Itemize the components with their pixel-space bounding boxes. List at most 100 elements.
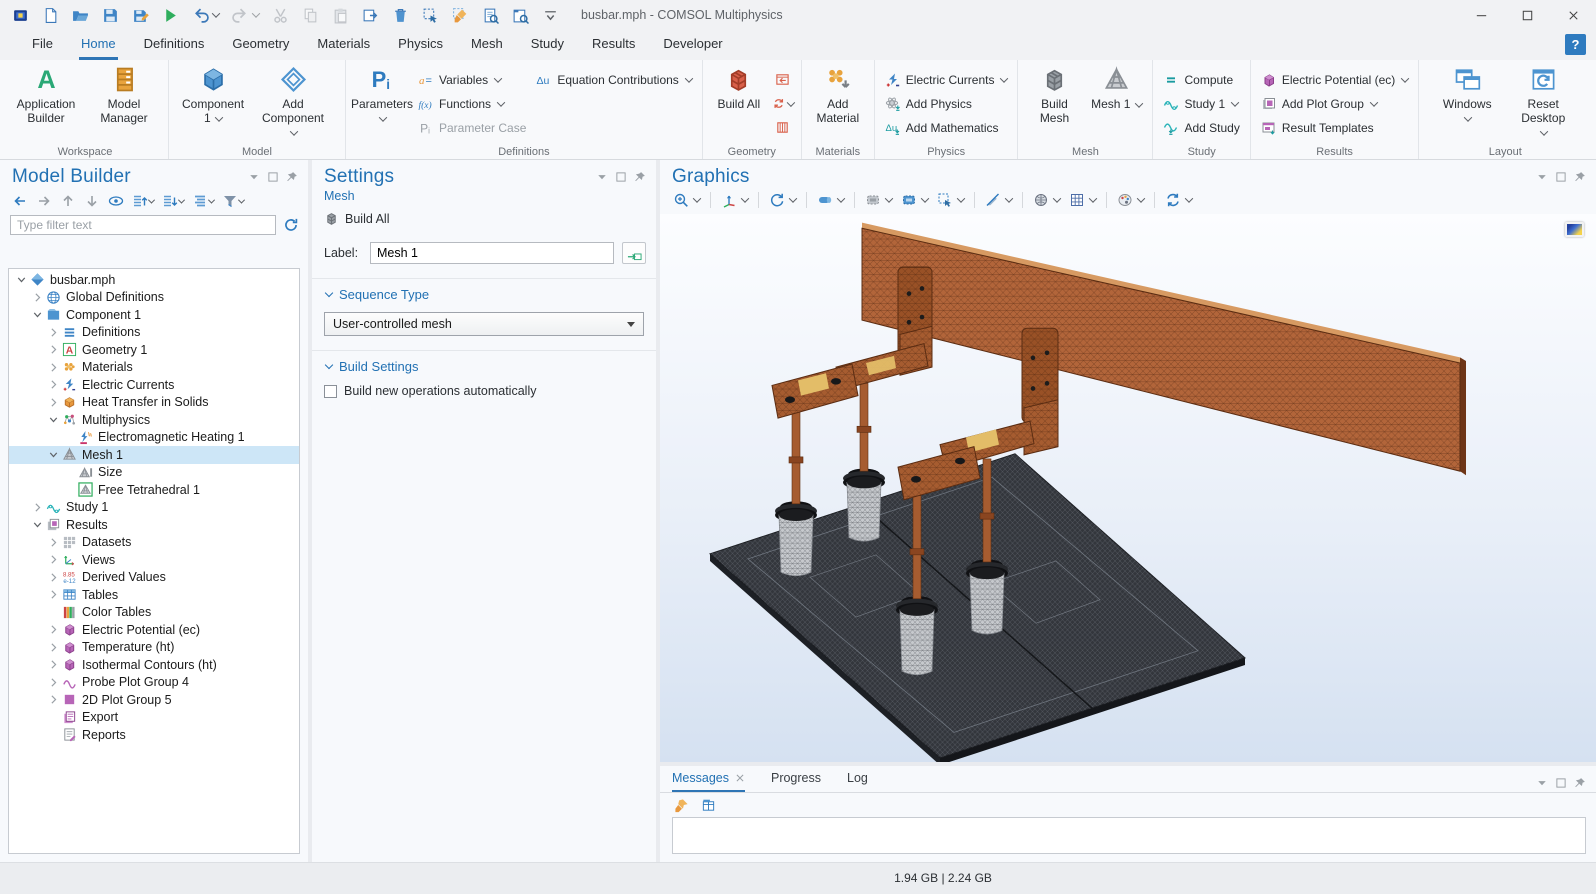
expander-closed-icon[interactable] xyxy=(47,553,60,566)
g-rotate-button[interactable] xyxy=(766,190,799,210)
expander-closed-icon[interactable] xyxy=(31,291,44,304)
tab-geometry[interactable]: Geometry xyxy=(230,30,291,60)
tab-progress[interactable]: Progress xyxy=(771,766,821,792)
mesh-1-button[interactable]: Mesh 1 xyxy=(1087,63,1145,144)
arrow-left-button[interactable] xyxy=(10,191,30,211)
rename-button[interactable] xyxy=(622,242,646,264)
add-study-button[interactable]: Add Study xyxy=(1160,118,1242,137)
electric-currents-button[interactable]: Electric Currents xyxy=(882,70,1011,89)
open-folder-button[interactable] xyxy=(68,5,93,26)
plot-thumbnail-icon[interactable] xyxy=(1565,222,1584,237)
tab-developer[interactable]: Developer xyxy=(661,30,724,60)
expander-open-icon[interactable] xyxy=(47,448,60,461)
g-axes-button[interactable] xyxy=(718,190,751,210)
expander-closed-icon[interactable] xyxy=(47,676,60,689)
expander-closed-icon[interactable] xyxy=(47,588,60,601)
expander-closed-icon[interactable] xyxy=(47,658,60,671)
tree-item-study-1[interactable]: Study 1 xyxy=(9,499,299,517)
arrow-right-button[interactable] xyxy=(34,191,54,211)
panel-pin-icon[interactable] xyxy=(634,171,646,183)
tree-item-geometry-1[interactable]: AGeometry 1 xyxy=(9,341,299,359)
panel-float-icon[interactable] xyxy=(615,171,627,183)
clear-selection-button[interactable] xyxy=(448,5,473,26)
tree-item-2d-plot-group-5[interactable]: 2D Plot Group 5 xyxy=(9,691,299,709)
tree-item-size[interactable]: Size xyxy=(9,464,299,482)
build-mesh-button[interactable]: Build Mesh xyxy=(1025,63,1083,144)
compute-button[interactable]: Compute xyxy=(1160,70,1242,89)
g-select-button[interactable] xyxy=(934,190,967,210)
g-sync-button[interactable] xyxy=(1162,190,1195,210)
expander-open-icon[interactable] xyxy=(31,308,44,321)
refresh-icon[interactable] xyxy=(282,216,300,234)
tree-item-tables[interactable]: Tables xyxy=(9,586,299,604)
tab-log[interactable]: Log xyxy=(847,766,868,792)
component-1-button[interactable]: Component 1 xyxy=(184,63,242,144)
build-settings-header[interactable]: Build Settings xyxy=(324,359,644,374)
panel-pin-icon[interactable] xyxy=(1574,171,1586,183)
tree-item-datasets[interactable]: Datasets xyxy=(9,534,299,552)
tree-item-temperature-ht[interactable]: Temperature (ht) xyxy=(9,639,299,657)
panel-float-icon[interactable] xyxy=(1555,777,1567,789)
tree-item-probe-plot-group-4[interactable]: Probe Plot Group 4 xyxy=(9,674,299,692)
tab-mesh[interactable]: Mesh xyxy=(469,30,505,60)
parameters-button[interactable]: Pi Parameters xyxy=(353,63,411,144)
save-as-button[interactable] xyxy=(128,5,153,26)
expander-closed-icon[interactable] xyxy=(47,536,60,549)
tree-filter-input[interactable] xyxy=(10,215,276,235)
model-manager-button[interactable]: Model Manager xyxy=(87,63,161,144)
expander-closed-icon[interactable] xyxy=(47,396,60,409)
study-1-button[interactable]: Study 1 xyxy=(1160,94,1242,113)
g-box-blue-button[interactable] xyxy=(898,190,931,210)
panel-menu-icon[interactable] xyxy=(596,171,608,183)
add-component-button[interactable]: Add Component xyxy=(256,63,330,144)
build-all-button[interactable]: Build All xyxy=(312,203,656,226)
label-field-input[interactable] xyxy=(370,242,614,264)
result-templates-button[interactable]: Result Templates xyxy=(1258,118,1411,137)
run-button[interactable] xyxy=(158,5,183,26)
tree-item-materials[interactable]: Materials xyxy=(9,359,299,377)
expander-closed-icon[interactable] xyxy=(47,361,60,374)
add-plot-group-button[interactable]: Add Plot Group xyxy=(1258,94,1411,113)
add-physics-button[interactable]: Add Physics xyxy=(882,94,1011,113)
minimize-button[interactable] xyxy=(1458,0,1504,30)
tab-materials[interactable]: Materials xyxy=(315,30,372,60)
tree-item-electric-currents[interactable]: Electric Currents xyxy=(9,376,299,394)
tree-item-global-definitions[interactable]: Global Definitions xyxy=(9,289,299,307)
eye-button[interactable] xyxy=(106,191,126,211)
equation-contributions-button[interactable]: Δu Equation Contributions xyxy=(533,70,694,89)
tree-item-free-tetrahedral-1[interactable]: Free Tetrahedral 1 xyxy=(9,481,299,499)
rebuild-button[interactable] xyxy=(772,94,794,113)
sequence-type-header[interactable]: Sequence Type xyxy=(324,287,644,302)
electric-potential-button[interactable]: Electric Potential (ec) xyxy=(1258,70,1411,89)
expander-closed-icon[interactable] xyxy=(47,693,60,706)
panel-menu-icon[interactable] xyxy=(1536,777,1548,789)
tree-item-export[interactable]: Export xyxy=(9,709,299,727)
close-button[interactable] xyxy=(1550,0,1596,30)
expander-closed-icon[interactable] xyxy=(47,343,60,356)
tree-item-isothermal-contours-ht[interactable]: Isothermal Contours (ht) xyxy=(9,656,299,674)
m-table-button[interactable] xyxy=(699,796,718,815)
expander-open-icon[interactable] xyxy=(15,273,28,286)
delete-button[interactable] xyxy=(388,5,413,26)
build-new-operations-checkbox[interactable] xyxy=(324,385,337,398)
tab-results[interactable]: Results xyxy=(590,30,637,60)
g-wireframe-button[interactable] xyxy=(1030,190,1063,210)
tab-physics[interactable]: Physics xyxy=(396,30,445,60)
add-mathematics-button[interactable]: Δu Add Mathematics xyxy=(882,118,1011,137)
tree-item-busbar-mph[interactable]: busbar.mph xyxy=(9,271,299,289)
tree-item-heat-transfer-in-solids[interactable]: Heat Transfer in Solids xyxy=(9,394,299,412)
g-cylinder-button[interactable] xyxy=(814,190,847,210)
reset-desktop-button[interactable]: Reset Desktop xyxy=(1514,63,1572,144)
select-rectangle-button[interactable] xyxy=(418,5,443,26)
tab-messages[interactable]: Messages xyxy=(672,766,745,792)
panel-menu-icon[interactable] xyxy=(1536,171,1548,183)
tab-definitions[interactable]: Definitions xyxy=(142,30,207,60)
g-box-gray-button[interactable] xyxy=(862,190,895,210)
filter-button[interactable] xyxy=(220,191,246,211)
tree-item-views[interactable]: Views xyxy=(9,551,299,569)
g-zoom-button[interactable] xyxy=(670,190,703,210)
app-logo-button[interactable] xyxy=(8,5,33,26)
application-builder-button[interactable]: A Application Builder xyxy=(9,63,83,144)
functions-button[interactable]: f(x) Functions xyxy=(415,94,529,113)
undo-button[interactable] xyxy=(188,5,223,26)
